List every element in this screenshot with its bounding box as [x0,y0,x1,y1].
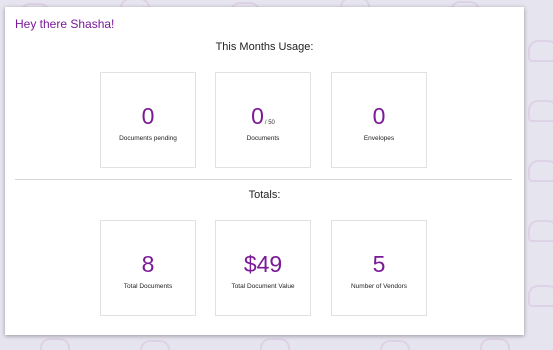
card-envelopes: 0 Envelopes [331,72,427,168]
card-limit: / 50 [264,120,275,126]
bg-icon [528,285,553,307]
card-documents: 0/ 50 Documents [215,72,311,168]
card-label: Documents pending [119,135,177,142]
bg-icon [528,160,553,182]
greeting-text: Hey there Shasha! [15,17,115,31]
bg-icon [528,100,553,122]
bg-icon [40,338,70,350]
card-number-of-vendors: 5 Number of Vendors [331,220,427,316]
card-label: Documents [246,135,280,142]
section-divider [15,179,512,180]
card-label: Total Document Value [231,283,295,290]
bg-icon [380,340,410,350]
bg-icon [260,338,290,350]
bg-icon [528,40,553,62]
card-label: Total Documents [123,283,173,290]
totals-title: Totals: [248,189,281,201]
card-total-documents: 8 Total Documents [100,220,196,316]
card-value: 0/ 50 [251,103,275,129]
card-total-document-value: $49 Total Document Value [215,220,311,316]
card-value: 5 [372,251,386,277]
card-value: 0 [141,103,155,129]
usage-title: This Months Usage: [215,41,314,53]
bg-icon [140,340,170,350]
card-documents-pending: 0 Documents pending [100,72,196,168]
card-value: 8 [141,251,155,277]
card-value: 0 [372,103,386,129]
card-label: Envelopes [363,135,395,142]
bg-icon [528,220,553,242]
card-value: $49 [243,251,283,277]
dashboard-panel: Hey there Shasha! This Months Usage: 0 D… [5,7,524,335]
card-label: Number of Vendors [350,283,407,290]
bg-icon [480,338,510,350]
